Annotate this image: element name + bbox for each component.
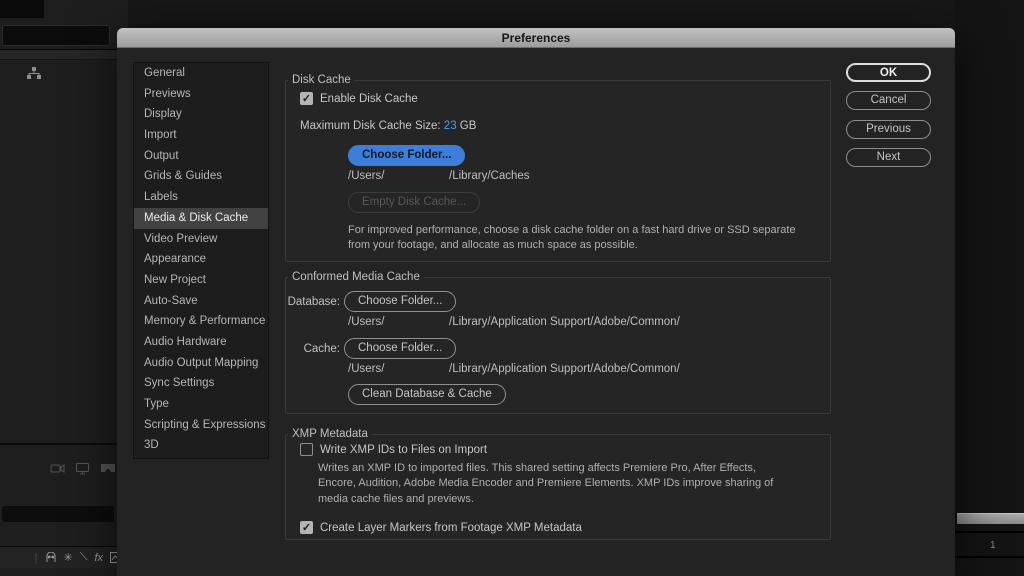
ok-button[interactable]: OK (846, 63, 931, 82)
cache-choose-folder-button[interactable]: Choose Folder... (344, 338, 457, 359)
layer-number: 1 (990, 540, 996, 551)
disk-cache-group-title: Disk Cache (292, 74, 351, 86)
create-layer-markers-label: Create Layer Markers from Footage XMP Me… (320, 521, 582, 534)
xmp-metadata-group: XMP Metadata Write XMP IDs to Files on I… (285, 428, 831, 540)
sidebar-item-memory-performance[interactable]: Memory & Performance (134, 311, 268, 332)
sidebar-item-new-project[interactable]: New Project (134, 270, 268, 291)
draft-3d-icon[interactable]: ⟍ (80, 551, 88, 564)
conformed-media-cache-group-title: Conformed Media Cache (292, 271, 420, 283)
panel-divider (955, 556, 1024, 558)
timeline-strip (2, 506, 114, 522)
write-xmp-ids-checkbox[interactable]: Write XMP IDs to Files on Import (300, 443, 830, 456)
cancel-button[interactable]: Cancel (846, 91, 931, 110)
max-disk-cache-size-value[interactable]: 23 (444, 120, 457, 132)
sidebar-item-sync-settings[interactable]: Sync Settings (134, 373, 268, 394)
preferences-category-list: General Previews Display Import Output G… (133, 62, 269, 459)
max-disk-cache-size-unit: GB (459, 120, 477, 132)
disk-cache-group: Disk Cache ✓ Enable Disk Cache Maximum D… (285, 74, 831, 262)
conformed-media-cache-group: Conformed Media Cache Database: Choose F… (285, 271, 831, 414)
flowchart-icon[interactable] (26, 66, 42, 81)
background-field (2, 25, 110, 46)
panel-divider (0, 49, 128, 60)
fx-icon[interactable]: fx (94, 552, 103, 564)
disk-cache-description: For improved performance, choose a disk … (348, 224, 796, 251)
sidebar-item-auto-save[interactable]: Auto-Save (134, 291, 268, 312)
disk-cache-path-prefix: /Users/ (348, 170, 385, 182)
cache-path-prefix: /Users/ (348, 363, 385, 375)
enable-disk-cache-checkbox[interactable]: ✓ Enable Disk Cache (300, 92, 830, 105)
cache-path: /Users/ /Library/Application Support/Adob… (348, 363, 830, 375)
sidebar-item-output[interactable]: Output (134, 146, 268, 167)
sidebar-item-import[interactable]: Import (134, 125, 268, 146)
checkbox-checked-icon: ✓ (300, 92, 313, 105)
sidebar-item-scripting-expressions[interactable]: Scripting & Expressions (134, 415, 268, 436)
disk-cache-path: /Users/ /Library/Caches (348, 170, 830, 182)
timeline-toolbar: | ✳ ⟍ fx (0, 546, 128, 568)
toolbar-divider: | (34, 551, 38, 564)
snapshot-icon[interactable] (50, 462, 65, 475)
enable-disk-cache-label: Enable Disk Cache (320, 92, 418, 105)
sidebar-item-type[interactable]: Type (134, 394, 268, 415)
database-path-prefix: /Users/ (348, 316, 385, 328)
max-disk-cache-size-row: Maximum Disk Cache Size: 23 GB (300, 120, 830, 132)
sidebar-item-labels[interactable]: Labels (134, 187, 268, 208)
database-label: Database: (287, 295, 340, 308)
checkbox-unchecked-icon (300, 443, 313, 456)
background-right-panel: 1 (955, 0, 1024, 576)
next-button[interactable]: Next (846, 148, 931, 167)
cache-label: Cache: (303, 342, 340, 355)
xmp-metadata-group-title: XMP Metadata (292, 428, 368, 440)
dialog-titlebar[interactable]: Preferences (117, 28, 955, 48)
database-path: /Users/ /Library/Application Support/Adob… (348, 316, 830, 328)
panel-divider (0, 443, 128, 445)
frame-blend-icon[interactable]: ✳ (64, 551, 73, 564)
sidebar-item-previews[interactable]: Previews (134, 84, 268, 105)
write-xmp-ids-label: Write XMP IDs to Files on Import (320, 443, 488, 456)
clean-database-cache-button[interactable]: Clean Database & Cache (348, 384, 506, 405)
sidebar-item-display[interactable]: Display (134, 104, 268, 125)
empty-disk-cache-button[interactable]: Empty Disk Cache... (348, 192, 481, 213)
create-layer-markers-checkbox[interactable]: ✓ Create Layer Markers from Footage XMP … (300, 521, 830, 535)
background-top-block (0, 0, 44, 18)
max-disk-cache-size-label: Maximum Disk Cache Size: (300, 120, 441, 132)
database-choose-folder-button[interactable]: Choose Folder... (344, 291, 457, 312)
database-path-suffix: /Library/Application Support/Adobe/Commo… (449, 316, 680, 328)
background-left-panel: | ✳ ⟍ fx (0, 0, 128, 576)
sidebar-item-grids-guides[interactable]: Grids & Guides (134, 166, 268, 187)
sidebar-item-appearance[interactable]: Appearance (134, 249, 268, 270)
shy-icon[interactable] (45, 552, 57, 563)
sidebar-item-media-disk-cache[interactable]: Media & Disk Cache (134, 207, 268, 229)
checkbox-checked-icon: ✓ (300, 521, 313, 535)
sidebar-item-3d[interactable]: 3D (134, 435, 268, 456)
disk-cache-path-suffix: /Library/Caches (449, 170, 530, 182)
sidebar-item-audio-output-mapping[interactable]: Audio Output Mapping (134, 353, 268, 374)
goggles-icon[interactable] (100, 462, 116, 475)
sidebar-item-audio-hardware[interactable]: Audio Hardware (134, 332, 268, 353)
sidebar-item-general[interactable]: General (134, 63, 268, 84)
horizontal-scrollbar[interactable] (957, 513, 1024, 524)
cache-path-suffix: /Library/Application Support/Adobe/Commo… (449, 363, 680, 375)
previous-button[interactable]: Previous (846, 120, 931, 139)
sidebar-item-video-preview[interactable]: Video Preview (134, 229, 268, 250)
xmp-description: Writes an XMP ID to imported files. This… (318, 462, 774, 505)
monitor-icon[interactable] (75, 462, 90, 475)
panel-divider (955, 531, 1024, 533)
disk-cache-choose-folder-button[interactable]: Choose Folder... (348, 145, 466, 166)
preferences-dialog: Preferences General Previews Display Imp… (117, 28, 955, 576)
